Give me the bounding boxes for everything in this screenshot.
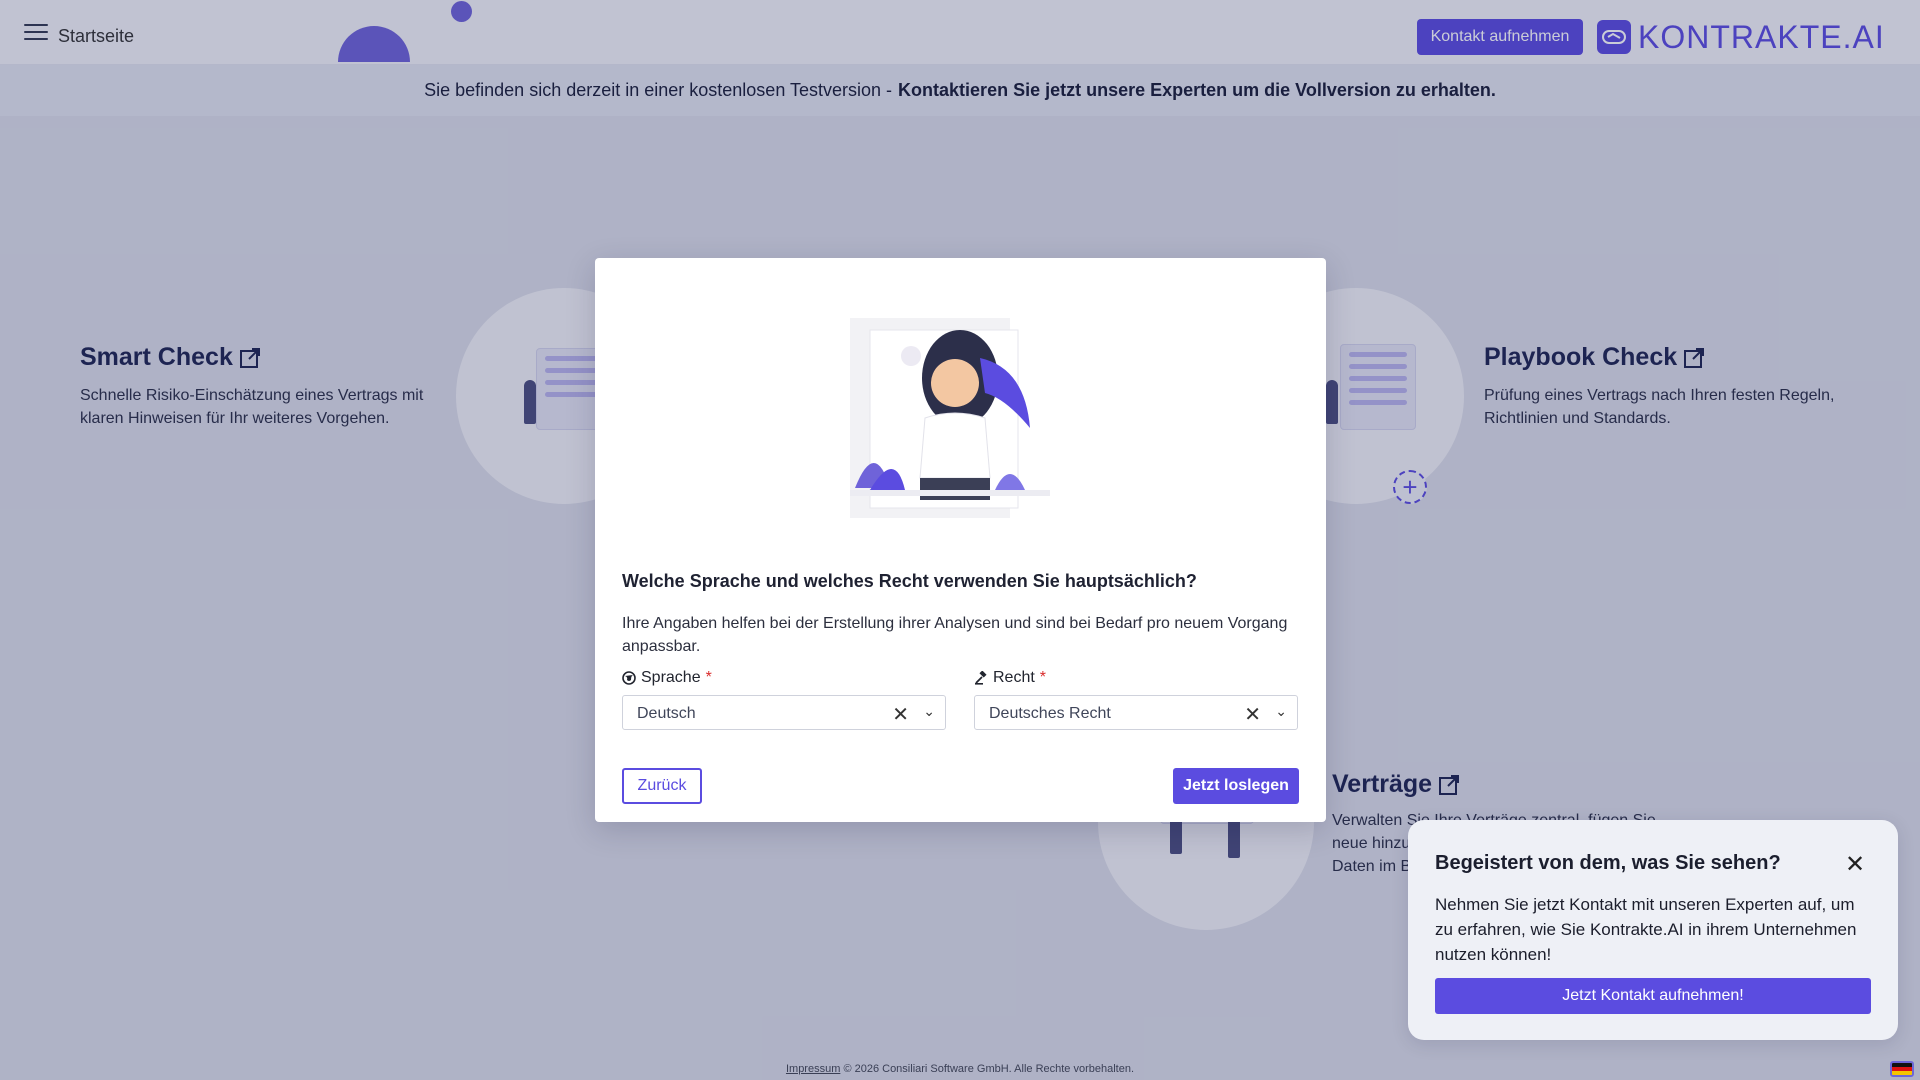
law-field-label: Recht * [974,669,1046,687]
german-flag-icon[interactable] [1890,1061,1914,1077]
language-field-label: Sprache * [622,669,712,687]
globe-icon [622,671,636,685]
promo-contact-button[interactable]: Jetzt Kontakt aufnehmen! [1435,978,1871,1014]
chevron-down-icon[interactable]: ⌄ [923,703,935,720]
footer: Impressum © 2026 Consiliari Software Gmb… [0,1063,1920,1075]
close-icon[interactable]: ✕ [1845,850,1865,879]
language-select-value: Deutsch [637,705,696,722]
law-label-text: Recht [993,669,1035,686]
promo-title: Begeistert von dem, was Sie sehen? [1435,852,1781,874]
clear-icon[interactable]: ✕ [1244,702,1261,727]
language-law-dialog: Welche Sprache und welches Recht verwend… [595,258,1326,822]
impressum-link[interactable]: Impressum [786,1063,840,1075]
law-select-value: Deutsches Recht [989,705,1111,722]
language-select[interactable]: Deutsch ✕ ⌄ [622,695,946,730]
woman-illustration [850,318,1050,518]
required-marker: * [705,669,712,686]
required-marker: * [1039,669,1047,686]
back-button[interactable]: Zurück [622,768,702,804]
copyright-text: © 2026 Consiliari Software GmbH. Alle Re… [843,1063,1135,1075]
start-button[interactable]: Jetzt loslegen [1173,768,1299,804]
promo-text: Nehmen Sie jetzt Kontakt mit unseren Exp… [1435,895,1857,964]
dialog-help-text: Ihre Angaben helfen bei der Erstellung i… [622,615,1288,655]
law-select[interactable]: Deutsches Recht ✕ ⌄ [974,695,1298,730]
gavel-icon [975,671,987,685]
language-label-text: Sprache [641,669,701,686]
chevron-down-icon[interactable]: ⌄ [1275,703,1287,720]
clear-icon[interactable]: ✕ [892,702,909,727]
dialog-question: Welche Sprache und welches Recht verwend… [622,571,1197,591]
contact-promo-popup: Begeistert von dem, was Sie sehen? ✕ Neh… [1408,820,1898,1040]
